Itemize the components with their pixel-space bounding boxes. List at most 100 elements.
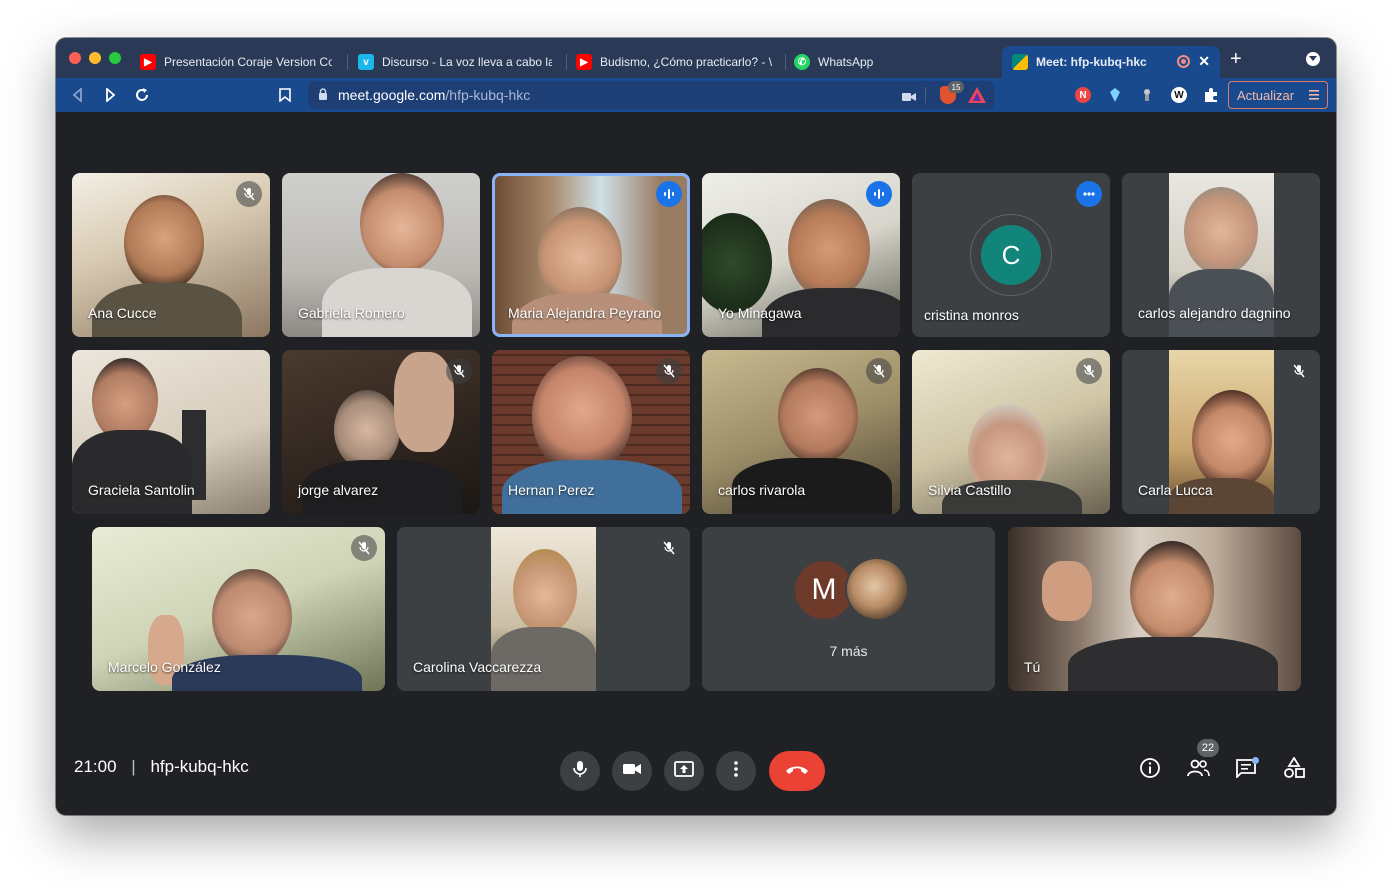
participant-tile[interactable]: Carla Lucca: [1122, 350, 1320, 514]
participant-name: jorge alvarez: [298, 482, 379, 498]
present-screen-button[interactable]: [664, 751, 704, 791]
extension-w-icon[interactable]: W: [1167, 83, 1191, 107]
speaking-indicator-icon: [656, 181, 682, 207]
back-button[interactable]: [66, 83, 90, 107]
participant-name: Yo Minagawa: [718, 305, 802, 321]
chat-button[interactable]: [1233, 757, 1259, 783]
participant-shoulders: [1068, 637, 1278, 691]
participant-name: carlos alejandro dagnino: [1138, 305, 1291, 321]
info-separator: |: [131, 757, 136, 776]
participant-tile[interactable]: Marcelo González: [92, 527, 385, 691]
mic-off-icon: [656, 535, 682, 561]
browser-window: ▶ Presentación Coraje Version Co v Discu…: [56, 38, 1336, 815]
leave-call-button[interactable]: [769, 751, 825, 791]
camera-icon: [623, 762, 641, 780]
participant-name: Hernan Perez: [508, 482, 595, 498]
extension-cursor-icon[interactable]: [1135, 83, 1159, 107]
menu-icon: [1309, 89, 1319, 104]
url-host: meet.google.com: [338, 87, 446, 103]
mic-off-icon: [236, 181, 262, 207]
present-screen-icon: [674, 760, 694, 782]
bookmark-icon[interactable]: [273, 83, 297, 107]
extension-gem-icon[interactable]: [1103, 83, 1127, 107]
raised-fist: [1042, 561, 1092, 621]
tab-presentacion[interactable]: ▶ Presentación Coraje Version Co: [130, 46, 342, 78]
participant-tile[interactable]: Silvia Castillo: [912, 350, 1110, 514]
participant-tile[interactable]: Maria Alejandra Peyrano: [492, 173, 690, 337]
new-tab-button[interactable]: +: [1230, 48, 1242, 71]
camera-button[interactable]: [612, 751, 652, 791]
activities-shapes-icon: [1283, 755, 1305, 784]
tab-discurso[interactable]: v Discurso - La voz lleva a cabo la: [348, 46, 562, 78]
tab-budismo[interactable]: ▶ Budismo, ¿Cómo practicarlo? - \: [566, 46, 784, 78]
mic-off-icon: [1286, 358, 1312, 384]
camera-in-use-icon[interactable]: [902, 89, 916, 105]
more-options-button[interactable]: [716, 751, 756, 791]
participant-face: [1192, 390, 1272, 490]
google-meet-icon: [1012, 54, 1028, 70]
meet-stage: Ana Cucce Gabriela Romero Maria Alejandr…: [56, 112, 1336, 815]
participant-name: Ana Cucce: [88, 305, 157, 321]
update-button-label: Actualizar: [1237, 87, 1295, 103]
more-participants-tile[interactable]: M 7 más: [702, 527, 995, 691]
participant-tile[interactable]: jorge alvarez: [282, 350, 480, 514]
minimize-window-button[interactable]: [89, 52, 101, 64]
reload-button[interactable]: [130, 83, 154, 107]
zoom-window-button[interactable]: [109, 52, 121, 64]
mic-off-icon: [446, 358, 472, 384]
participant-face: [532, 356, 632, 476]
info-icon: [1139, 757, 1161, 784]
activities-button[interactable]: [1281, 755, 1307, 784]
waving-hand: [394, 352, 454, 452]
microphone-button[interactable]: [560, 751, 600, 791]
clock-time: 21:00: [74, 757, 117, 776]
participant-tile[interactable]: Gabriela Romero: [282, 173, 480, 337]
browser-toolbar: meet.google.com/hfp-kubq-hkc 15 N W Actu…: [56, 78, 1336, 112]
participant-name: Gabriela Romero: [298, 305, 405, 321]
participant-tile[interactable]: Ana Cucce: [72, 173, 270, 337]
participant-tile[interactable]: Yo Minagawa: [702, 173, 900, 337]
participant-name: Marcelo González: [108, 659, 221, 675]
participant-avatar: M: [795, 561, 853, 619]
tab-menu-chevron-icon[interactable]: [1306, 52, 1320, 66]
mic-off-icon: [1076, 358, 1102, 384]
self-tile[interactable]: Tú: [1008, 527, 1301, 691]
speaking-indicator-icon: [1076, 181, 1102, 207]
tab-meet[interactable]: Meet: hfp-kubq-hkc ✕: [1002, 46, 1220, 78]
tab-whatsapp[interactable]: ✆ WhatsApp: [784, 46, 1000, 78]
participant-tile[interactable]: carlos alejandro dagnino: [1122, 173, 1320, 337]
unread-dot: [1252, 757, 1259, 764]
participant-face: [1184, 187, 1258, 275]
update-button[interactable]: Actualizar: [1228, 81, 1328, 109]
participant-face: [212, 569, 292, 665]
participant-tile[interactable]: C cristina monros: [912, 173, 1110, 337]
brave-rewards-icon[interactable]: [968, 87, 986, 106]
people-icon: [1186, 759, 1210, 782]
close-window-button[interactable]: [69, 52, 81, 64]
more-participants-label: 7 más: [829, 643, 868, 659]
extension-n-icon[interactable]: N: [1071, 83, 1095, 107]
mic-off-icon: [656, 358, 682, 384]
close-tab-icon[interactable]: ✕: [1198, 53, 1210, 70]
participant-face: [788, 199, 870, 299]
participant-tile[interactable]: Graciela Santolin: [72, 350, 270, 514]
vimeo-icon: v: [358, 54, 374, 70]
address-bar[interactable]: meet.google.com/hfp-kubq-hkc 15: [308, 81, 994, 109]
participant-tile[interactable]: Hernan Perez: [492, 350, 690, 514]
meeting-details-button[interactable]: [1137, 757, 1163, 783]
participant-face: [360, 173, 444, 273]
forward-button[interactable]: [98, 83, 122, 107]
extensions-puzzle-icon[interactable]: [1199, 83, 1223, 107]
mic-off-icon: [866, 358, 892, 384]
participant-photo-avatar: [847, 559, 907, 619]
lock-icon: [318, 87, 328, 103]
participant-name: Carolina Vaccarezza: [413, 659, 542, 675]
participant-tile[interactable]: Carolina Vaccarezza: [397, 527, 690, 691]
participant-face: [513, 549, 577, 633]
tab-bar: ▶ Presentación Coraje Version Co v Discu…: [56, 38, 1336, 78]
people-button[interactable]: 22: [1185, 739, 1219, 783]
more-vert-icon: [734, 760, 738, 782]
meet-control-bar: 21:00 | hfp-kubq-hkc 22: [56, 731, 1336, 815]
participant-name: carlos rivarola: [718, 482, 806, 498]
participant-tile[interactable]: carlos rivarola: [702, 350, 900, 514]
